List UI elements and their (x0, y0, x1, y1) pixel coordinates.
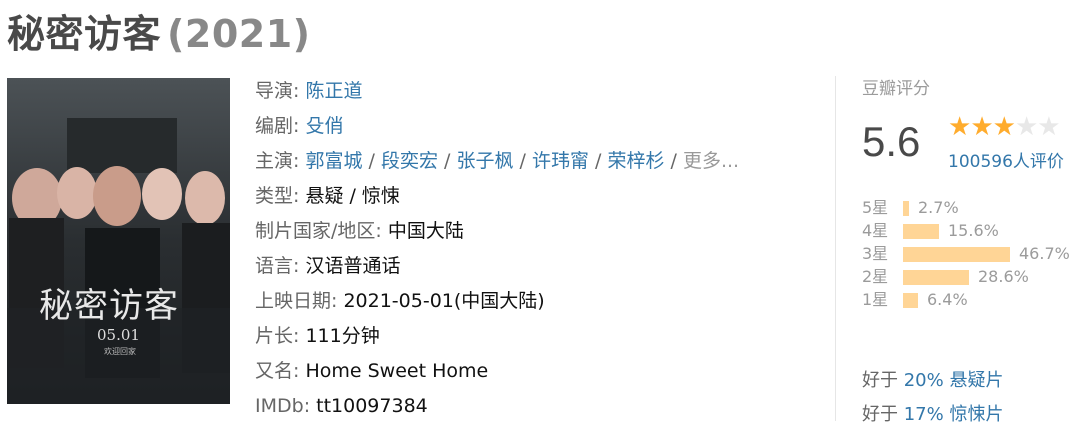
writer-row: 编剧: 殳俏 (255, 111, 825, 146)
genre-label: 类型: (255, 185, 306, 207)
rating-dist-percent: 46.7% (1019, 244, 1070, 263)
page-title: 秘密访客 (2021) (7, 3, 311, 58)
cast-link[interactable]: 郭富城 (305, 150, 362, 172)
imdb-label: IMDb: (255, 395, 317, 417)
director-row: 导演: 陈正道 (255, 76, 825, 111)
language-row: 语言: 汉语普通话 (255, 251, 825, 286)
rating-distribution: 5星 2.7% 4星 15.6% 3星 46.7% 2星 28.6% 1星 6.4% (862, 197, 1070, 312)
better-than-prefix: 好于 (862, 404, 904, 425)
rating-dist-percent: 28.6% (978, 267, 1029, 286)
release-label: 上映日期: (255, 290, 344, 312)
genre-row: 类型: 悬疑 / 惊悚 (255, 181, 825, 216)
better-than-row: 好于 20% 悬疑片 (862, 366, 1003, 400)
poster-title-text: 秘密访客 (39, 286, 179, 326)
star-filled-icon: ★ (992, 112, 1016, 142)
aka-label: 又名: (255, 360, 306, 382)
rating-dist-label: 1星 (862, 290, 889, 309)
language-label: 语言: (255, 255, 306, 277)
country-label: 制片国家/地区: (255, 220, 388, 242)
cast-label: 主演: (255, 150, 306, 172)
poster-date-text: 05.01 (97, 326, 140, 344)
director-link[interactable]: 陈正道 (305, 80, 362, 102)
better-than-link[interactable]: 17% 惊悚片 (904, 404, 1004, 425)
movie-info: 导演: 陈正道 编剧: 殳俏 主演: 郭富城 / 段奕宏 / 张子枫 / 许玮甯… (255, 76, 825, 426)
star-filled-icon: ★ (970, 112, 993, 142)
cast-link[interactable]: 许玮甯 (532, 150, 589, 172)
movie-title: 秘密访客 (7, 12, 162, 56)
better-than-prefix: 好于 (862, 370, 904, 391)
language-value: 汉语普通话 (305, 255, 401, 277)
country-row: 制片国家/地区: 中国大陆 (255, 216, 825, 251)
rating-dist-row: 3星 46.7% (862, 243, 1070, 266)
rating-dist-bar (903, 201, 909, 216)
rating-dist-row: 4星 15.6% (862, 220, 1070, 243)
better-than-link[interactable]: 20% 悬疑片 (904, 370, 1004, 391)
section-divider (835, 76, 836, 421)
rating-dist-label: 3星 (862, 244, 889, 263)
rating-dist-label: 4星 (862, 221, 889, 240)
rating-dist-percent: 6.4% (927, 290, 968, 309)
rating-dist-row: 1星 6.4% (862, 289, 1070, 312)
star-empty-icon: ★ (1037, 112, 1060, 142)
runtime-label: 片长: (255, 325, 306, 347)
country-value: 中国大陆 (387, 220, 464, 242)
rating-votes-link[interactable]: 100596人评价 (948, 147, 1064, 172)
rating-dist-row: 2星 28.6% (862, 266, 1070, 289)
rating-dist-bar (903, 247, 1010, 262)
rating-label: 豆瓣评分 (862, 79, 930, 99)
rating-dist-label: 5星 (862, 198, 889, 217)
movie-poster[interactable]: 秘密访客 05.01 欢迎回家 (7, 78, 230, 404)
rating-dist-bar (903, 270, 969, 285)
rating-stars: ★★★★★ (948, 112, 1061, 142)
star-empty-icon: ★ (1014, 112, 1038, 142)
rating-dist-bar (903, 224, 939, 239)
aka-row: 又名: Home Sweet Home (255, 356, 825, 391)
writer-label: 编剧: (255, 115, 306, 137)
rating-dist-row: 5星 2.7% (862, 197, 1070, 220)
release-row: 上映日期: 2021-05-01(中国大陆) (255, 286, 825, 321)
rating-dist-label: 2星 (862, 267, 889, 286)
rating-dist-bar (903, 293, 918, 308)
rating-score: 5.6 (862, 118, 921, 165)
aka-value: Home Sweet Home (305, 360, 489, 382)
cast-row: 主演: 郭富城 / 段奕宏 / 张子枫 / 许玮甯 / 荣梓杉 / 更多... (255, 150, 740, 172)
better-than: 好于 20% 悬疑片 好于 17% 惊悚片 (862, 366, 1003, 434)
cast-link[interactable]: 段奕宏 (381, 150, 438, 172)
movie-year: (2021) (167, 12, 311, 56)
runtime-row: 片长: 111分钟 (255, 321, 825, 356)
imdb-row: IMDb: tt10097384 (255, 391, 825, 426)
imdb-value: tt10097384 (316, 395, 428, 417)
cast-more-link[interactable]: 更多... (683, 150, 739, 172)
poster-sub-text: 欢迎回家 (104, 347, 136, 356)
runtime-value: 111分钟 (305, 325, 380, 347)
cast-link[interactable]: 荣梓杉 (607, 150, 664, 172)
rating-dist-percent: 2.7% (918, 198, 959, 217)
rating-dist-percent: 15.6% (948, 221, 999, 240)
better-than-row: 好于 17% 惊悚片 (862, 400, 1003, 434)
star-filled-icon: ★ (948, 112, 971, 142)
director-label: 导演: (255, 80, 306, 102)
genre-value: 悬疑 / 惊悚 (305, 185, 400, 207)
writer-link[interactable]: 殳俏 (305, 115, 343, 137)
release-value: 2021-05-01(中国大陆) (343, 290, 545, 312)
cast-link[interactable]: 张子枫 (456, 150, 513, 172)
